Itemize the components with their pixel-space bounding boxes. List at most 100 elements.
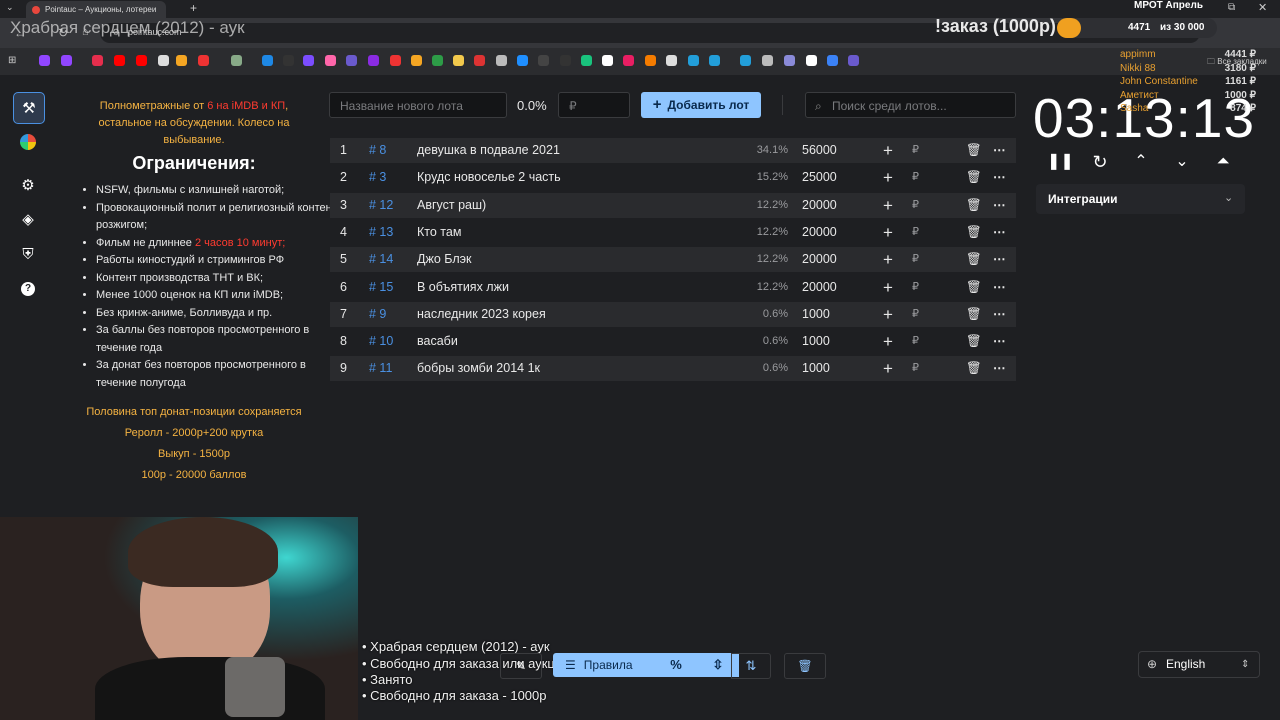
more-options-icon[interactable]: ⋯: [993, 329, 1006, 354]
lot-amount[interactable]: 1000: [802, 356, 830, 381]
lot-currency[interactable]: ₽: [912, 165, 919, 190]
more-options-icon[interactable]: ⋯: [993, 356, 1006, 381]
lot-currency[interactable]: ₽: [912, 302, 919, 327]
bookmark-icon[interactable]: [453, 55, 464, 66]
bookmark-icon[interactable]: [560, 55, 571, 66]
pause-icon[interactable]: ❚❚: [1047, 150, 1074, 174]
apps-grid-icon[interactable]: ⊞: [8, 55, 16, 66]
tab-menu-icon[interactable]: ⌄: [6, 2, 14, 13]
bookmark-icon[interactable]: [538, 55, 549, 66]
delete-lot-icon[interactable]: 🗑: [966, 247, 982, 272]
bookmark-icon[interactable]: [806, 55, 817, 66]
add-amount-icon[interactable]: +: [883, 193, 893, 218]
lot-currency[interactable]: ₽: [912, 329, 919, 354]
lot-amount[interactable]: 20000: [802, 193, 837, 218]
bookmark-youtube-icon[interactable]: [114, 55, 125, 66]
chevron-up-icon[interactable]: ⌃: [1129, 150, 1153, 174]
bookmark-icon[interactable]: [346, 55, 357, 66]
bookmark-icon[interactable]: [602, 55, 613, 66]
bookmark-telegram-icon[interactable]: [709, 55, 720, 66]
add-amount-icon[interactable]: +: [883, 329, 893, 354]
help-icon[interactable]: ?: [13, 274, 43, 304]
more-options-icon[interactable]: ⋯: [993, 247, 1006, 272]
lot-amount[interactable]: 20000: [802, 220, 837, 245]
close-window-icon[interactable]: ✕: [1258, 1, 1267, 14]
add-amount-icon[interactable]: +: [883, 138, 893, 163]
lot-currency[interactable]: ₽: [912, 275, 919, 300]
delete-lot-icon[interactable]: 🗑: [966, 165, 982, 190]
add-amount-icon[interactable]: +: [883, 275, 893, 300]
bookmark-icon[interactable]: [303, 55, 314, 66]
lot-amount[interactable]: 1000: [802, 329, 830, 354]
layers-icon[interactable]: ◈: [13, 204, 43, 234]
percent-toggle-icon[interactable]: %: [655, 653, 697, 677]
more-options-icon[interactable]: ⋯: [993, 193, 1006, 218]
bookmark-icon[interactable]: [474, 55, 485, 66]
chevron-down-icon[interactable]: ⌄: [1170, 150, 1194, 174]
new-tab-icon[interactable]: +: [190, 1, 197, 15]
lot-currency[interactable]: ₽: [912, 247, 919, 272]
bookmark-telegram-icon[interactable]: [740, 55, 751, 66]
lot-search-input[interactable]: ⌕ Поиск среди лотов...: [805, 92, 1016, 118]
lot-amount[interactable]: 25000: [802, 165, 837, 190]
wheel-icon[interactable]: [13, 127, 43, 157]
delete-lot-icon[interactable]: 🗑: [966, 302, 982, 327]
lot-amount[interactable]: 20000: [802, 247, 837, 272]
bookmark-youtube-icon[interactable]: [136, 55, 147, 66]
new-lot-name-input[interactable]: Название нового лота: [329, 92, 507, 118]
language-select[interactable]: ⊕ English ⇕: [1138, 651, 1260, 678]
add-amount-icon[interactable]: +: [883, 247, 893, 272]
bookmark-icon[interactable]: [645, 55, 656, 66]
lot-currency[interactable]: ₽: [912, 138, 919, 163]
add-amount-icon[interactable]: +: [883, 302, 893, 327]
bookmark-mail-icon[interactable]: [176, 55, 187, 66]
delete-lot-icon[interactable]: 🗑: [966, 193, 982, 218]
lot-currency[interactable]: ₽: [912, 356, 919, 381]
restore-window-icon[interactable]: ⧉: [1228, 2, 1235, 13]
browser-tab[interactable]: Pointauc – Аукционы, лотереи: [26, 1, 166, 18]
lot-currency[interactable]: ₽: [912, 193, 919, 218]
bookmark-icon[interactable]: [762, 55, 773, 66]
double-chevron-up-icon[interactable]: ⏶: [1211, 150, 1235, 174]
more-options-icon[interactable]: ⋯: [993, 220, 1006, 245]
more-options-icon[interactable]: ⋯: [993, 138, 1006, 163]
bookmark-icon[interactable]: [390, 55, 401, 66]
delete-lot-icon[interactable]: 🗑: [966, 275, 982, 300]
shield-icon[interactable]: ⛨: [13, 239, 43, 269]
bookmark-icon[interactable]: [581, 55, 592, 66]
bookmark-twitch-icon[interactable]: [61, 55, 72, 66]
bookmark-icon[interactable]: [432, 55, 443, 66]
edit-icon[interactable]: ✎: [500, 653, 542, 679]
bookmark-icon[interactable]: [496, 55, 507, 66]
bookmark-icon[interactable]: [848, 55, 859, 66]
clear-all-icon[interactable]: 🗑: [784, 653, 826, 679]
bookmark-telegram-icon[interactable]: [688, 55, 699, 66]
lot-currency[interactable]: ₽: [912, 220, 919, 245]
lot-amount[interactable]: 1000: [802, 302, 830, 327]
lot-amount[interactable]: 20000: [802, 275, 837, 300]
integrations-panel[interactable]: Интеграции ⌄: [1036, 184, 1245, 214]
add-amount-icon[interactable]: +: [883, 220, 893, 245]
bookmark-icon[interactable]: [262, 55, 273, 66]
bookmark-icon[interactable]: [517, 55, 528, 66]
bookmark-icon[interactable]: [666, 55, 677, 66]
bookmark-icon[interactable]: [827, 55, 838, 66]
add-amount-icon[interactable]: +: [883, 165, 893, 190]
delete-lot-icon[interactable]: 🗑: [966, 329, 982, 354]
bookmark-icon[interactable]: [198, 55, 209, 66]
settings-gear-icon[interactable]: ⚙: [13, 170, 43, 200]
reset-icon[interactable]: ↻: [1088, 150, 1112, 174]
bookmark-icon[interactable]: [784, 55, 795, 66]
delete-lot-icon[interactable]: 🗑: [966, 356, 982, 381]
bookmark-icon[interactable]: [623, 55, 634, 66]
bookmark-icon[interactable]: [92, 55, 103, 66]
delete-lot-icon[interactable]: 🗑: [966, 138, 982, 163]
more-options-icon[interactable]: ⋯: [993, 275, 1006, 300]
auction-hammer-icon[interactable]: ⚒: [13, 92, 45, 124]
bookmark-icon[interactable]: [368, 55, 379, 66]
bookmark-icon[interactable]: [325, 55, 336, 66]
bookmark-icon[interactable]: [411, 55, 422, 66]
more-options-icon[interactable]: ⋯: [993, 302, 1006, 327]
new-lot-amount-input[interactable]: ₽: [558, 92, 630, 118]
add-amount-icon[interactable]: +: [883, 356, 893, 381]
